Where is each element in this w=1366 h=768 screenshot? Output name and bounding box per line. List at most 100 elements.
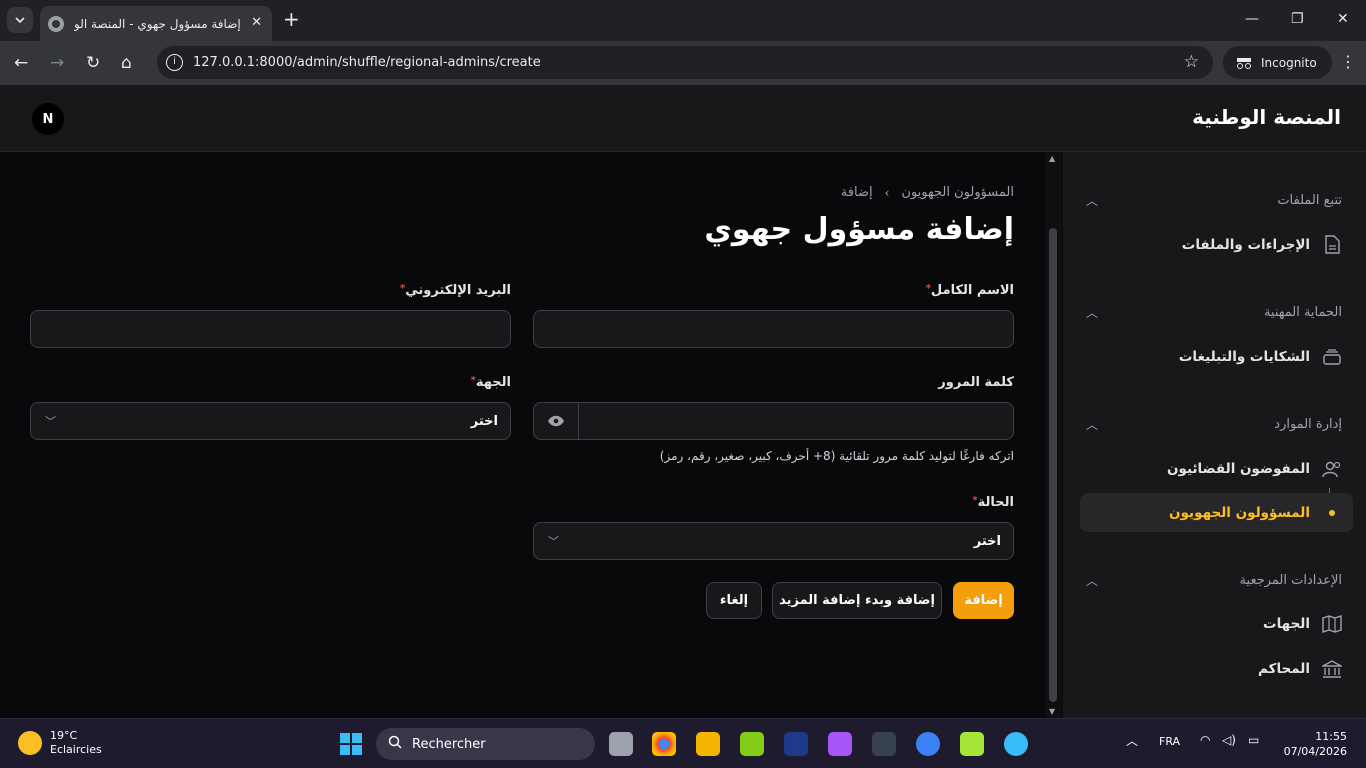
browser-tab[interactable]: إضافة مسؤول جهوي - المنصة الو ✕ [40,6,272,41]
page-scrollbar[interactable]: ▲ ▼ [1045,152,1062,718]
sidebar-item-courts[interactable]: المحاكم [1080,649,1353,688]
sidebar-item-complaints[interactable]: الشكايات والتبليغات [1080,337,1353,376]
sidebar-item-regional-admins[interactable]: المسؤولون الجهويون [1080,493,1353,532]
user-avatar[interactable]: N [32,103,64,135]
sidebar: تتبع الملفات ︿ الإجراءات والملفات الحماي… [1063,152,1366,718]
new-tab-button[interactable]: + [283,9,300,29]
sidebar-group-label: إدارة الموارد [1274,416,1342,432]
password-hint: اتركه فارغًا لتوليد كلمة مرور تلقائية (8… [659,449,1014,463]
windows-start-icon[interactable] [340,733,362,755]
arc-app-icon[interactable] [784,732,808,756]
breadcrumb: المسؤولون الجهويون › إضافة [841,185,1014,200]
back-icon[interactable]: ← [14,53,28,73]
weather-sun-icon [18,731,42,755]
os-taskbar: 19°C Eclaircies Rechercher ︿ FRA ◠ ◁) ▭ 1… [0,718,1366,768]
incognito-label: Incognito [1261,55,1317,70]
language-indicator[interactable]: FRA [1159,735,1180,748]
forward-icon[interactable]: → [50,53,64,73]
incognito-indicator[interactable]: Incognito [1223,46,1332,79]
lambda-app-icon[interactable] [960,732,984,756]
sidebar-item-label: المفوضون القضائيون [1166,460,1310,477]
cancel-button[interactable]: إلغاء [706,582,762,619]
globe-icon [48,15,64,32]
chevron-up-icon[interactable]: ︿ [1086,416,1098,433]
bookmark-star-icon[interactable]: ☆ [1184,52,1199,72]
incognito-icon [1237,57,1251,69]
chevron-left-icon: › [884,185,890,200]
minimize-icon[interactable]: — [1245,11,1259,27]
notepad-icon[interactable] [740,732,764,756]
breadcrumb-create: إضافة [840,185,873,200]
dev-tool-icon[interactable] [828,732,852,756]
browser-tab-bar: إضافة مسؤول جهوي - المنصة الو ✕ + — ❐ ✕ [0,0,1366,41]
password-input[interactable] [533,402,1014,440]
breadcrumb-regional-admins[interactable]: المسؤولون الجهويون [901,185,1014,200]
full-name-input[interactable] [533,310,1014,348]
chrome-icon[interactable] [652,732,676,756]
document-icon [1322,235,1342,255]
region-select[interactable]: اختر ﹀ [30,402,511,440]
scroll-down-icon[interactable]: ▼ [1049,707,1055,716]
password-label: كلمة المرور [938,375,1014,390]
task-view-icon[interactable] [609,732,633,756]
map-icon [1322,614,1342,634]
sidebar-group-label: تتبع الملفات [1277,192,1342,208]
tab-list-button[interactable] [7,7,33,33]
wifi-icon[interactable]: ◠ [1200,733,1210,747]
url-text: 127.0.0.1:8000/admin/shuffle/regional-ad… [193,55,541,70]
browser-menu-icon[interactable]: ⋮ [1340,52,1356,71]
terminal-icon[interactable] [872,732,896,756]
app-header: N المنصة الوطنية [0,85,1366,152]
sidebar-group-file-tracking[interactable]: تتبع الملفات ︿ [1086,190,1342,210]
building-library-icon [1322,659,1342,679]
site-info-icon[interactable]: i [166,54,183,71]
browser-toolbar: ← → ↻ ⌂ i 127.0.0.1:8000/admin/shuffle/r… [0,41,1366,85]
sidebar-item-judicial-commissioners[interactable]: المفوضون القضائيون [1080,449,1353,488]
chevron-up-icon[interactable]: ︿ [1086,572,1098,589]
home-icon[interactable]: ⌂ [121,53,132,73]
active-dot-icon [1329,509,1335,516]
file-explorer-icon[interactable] [696,732,720,756]
inbox-stack-icon [1322,347,1342,367]
restore-icon[interactable]: ❐ [1291,11,1304,27]
chevron-up-icon[interactable]: ︿ [1086,304,1098,321]
sidebar-group-professional-protection[interactable]: الحماية المهنية ︿ [1086,302,1342,322]
system-clock[interactable]: 11:55 07/04/2026 [1283,729,1347,759]
sidebar-item-procedures-files[interactable]: الإجراءات والملفات [1080,225,1353,264]
sidebar-item-regions[interactable]: الجهات [1080,604,1353,643]
sidebar-group-label: الإعدادات المرجعية [1239,572,1342,588]
sidebar-item-label: الجهات [1263,615,1310,632]
brand-title[interactable]: المنصة الوطنية [1192,105,1341,129]
taskbar-search[interactable]: Rechercher [376,728,595,760]
cloud-app-icon[interactable] [916,732,940,756]
tray-chevron-up-icon[interactable]: ︿ [1126,732,1138,749]
close-tab-icon[interactable]: ✕ [251,15,262,30]
sidebar-item-label: المحاكم [1258,660,1310,677]
email-input[interactable] [30,310,511,348]
eye-icon[interactable] [534,403,579,439]
sidebar-group-resource-management[interactable]: إدارة الموارد ︿ [1086,414,1342,434]
search-icon [388,735,402,753]
battery-icon[interactable]: ▭ [1248,733,1259,747]
chevron-down-icon [15,17,25,23]
main-content: المسؤولون الجهويون › إضافة إضافة مسؤول ج… [0,152,1045,718]
region-select-value: اختر [470,413,498,429]
clock-date: 07/04/2026 [1283,745,1347,758]
status-label: الحالة* [972,495,1014,510]
create-another-button[interactable]: إضافة وبدء إضافة المزيد [772,582,942,619]
chevron-down-icon: ﹀ [45,415,56,428]
chevron-up-icon[interactable]: ︿ [1086,192,1098,209]
address-bar[interactable]: i 127.0.0.1:8000/admin/shuffle/regional-… [157,46,1213,79]
weather-widget[interactable]: 19°C Eclaircies [18,729,102,757]
scroll-thumb[interactable] [1049,228,1057,702]
volume-icon[interactable]: ◁) [1222,733,1236,747]
scroll-up-icon[interactable]: ▲ [1049,154,1055,163]
paint-icon[interactable] [1004,732,1028,756]
close-window-icon[interactable]: ✕ [1337,11,1349,27]
status-select-value: اختر [973,533,1001,549]
status-select[interactable]: اختر ﹀ [533,522,1014,560]
sidebar-group-reference-settings[interactable]: الإعدادات المرجعية ︿ [1086,570,1342,590]
create-button[interactable]: إضافة [953,582,1014,619]
sidebar-item-label: الإجراءات والملفات [1181,236,1310,253]
reload-icon[interactable]: ↻ [86,53,100,73]
